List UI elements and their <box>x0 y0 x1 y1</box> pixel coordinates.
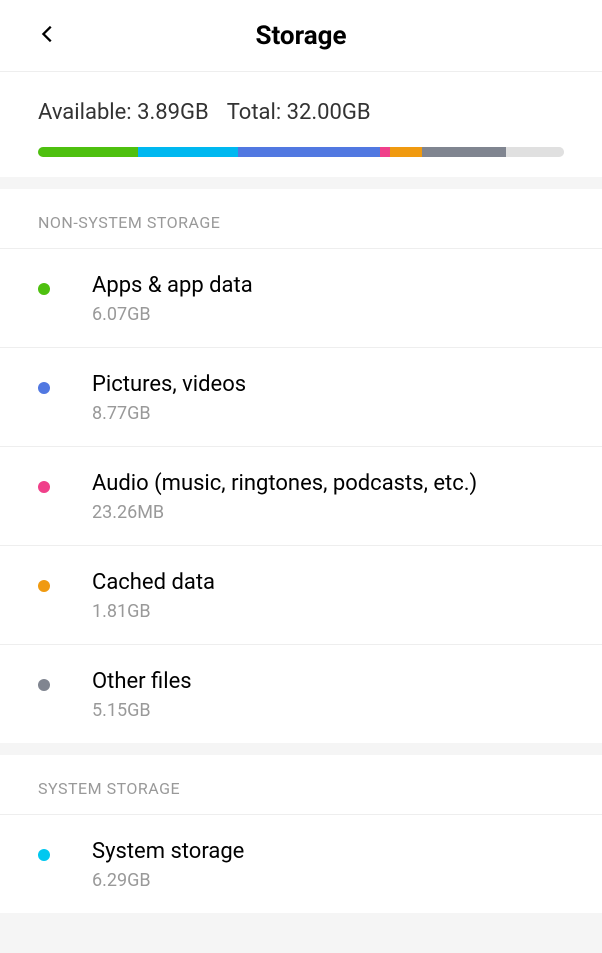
section-header: Non-system storage <box>0 189 602 249</box>
storage-row[interactable]: Apps & app data 6.07GB <box>0 249 602 348</box>
color-dot-icon <box>38 481 50 493</box>
bar-segment <box>422 147 506 157</box>
row-size: 6.29GB <box>92 870 564 891</box>
page-title: Storage <box>0 21 602 51</box>
color-dot-icon <box>38 580 50 592</box>
section-header: System storage <box>0 755 602 815</box>
summary-text: Available: 3.89GB Total: 32.00GB <box>38 100 564 125</box>
bar-segment <box>390 147 422 157</box>
chevron-left-icon <box>37 23 59 49</box>
bar-segment <box>138 147 238 157</box>
back-button[interactable] <box>28 16 68 56</box>
row-text: Pictures, videos 8.77GB <box>92 372 564 424</box>
row-size: 23.26MB <box>92 502 564 523</box>
row-size: 8.77GB <box>92 403 564 424</box>
row-title: Pictures, videos <box>92 372 564 397</box>
row-text: Cached data 1.81GB <box>92 570 564 622</box>
bar-segment <box>238 147 380 157</box>
storage-row[interactable]: Pictures, videos 8.77GB <box>0 348 602 447</box>
color-dot-icon <box>38 283 50 295</box>
row-title: Other files <box>92 669 564 694</box>
row-size: 1.81GB <box>92 601 564 622</box>
storage-section: System storage System storage 6.29GB <box>0 755 602 913</box>
bar-segment <box>38 147 138 157</box>
total-block: Total: 32.00GB <box>227 100 371 125</box>
row-text: System storage 6.29GB <box>92 839 564 891</box>
storage-row[interactable]: Other files 5.15GB <box>0 645 602 743</box>
row-size: 5.15GB <box>92 700 564 721</box>
bar-segment <box>380 147 391 157</box>
bar-segment <box>506 147 564 157</box>
row-text: Apps & app data 6.07GB <box>92 273 564 325</box>
row-size: 6.07GB <box>92 304 564 325</box>
color-dot-icon <box>38 679 50 691</box>
app-header: Storage <box>0 0 602 72</box>
available-block: Available: 3.89GB <box>38 100 209 125</box>
row-text: Audio (music, ringtones, podcasts, etc.)… <box>92 471 564 523</box>
row-title: Cached data <box>92 570 564 595</box>
storage-row[interactable]: System storage 6.29GB <box>0 815 602 913</box>
color-dot-icon <box>38 382 50 394</box>
color-dot-icon <box>38 849 50 861</box>
row-title: Audio (music, ringtones, podcasts, etc.) <box>92 471 564 496</box>
row-title: Apps & app data <box>92 273 564 298</box>
storage-row[interactable]: Audio (music, ringtones, podcasts, etc.)… <box>0 447 602 546</box>
row-text: Other files 5.15GB <box>92 669 564 721</box>
storage-bar <box>38 147 564 157</box>
storage-summary: Available: 3.89GB Total: 32.00GB <box>0 72 602 177</box>
row-title: System storage <box>92 839 564 864</box>
storage-row[interactable]: Cached data 1.81GB <box>0 546 602 645</box>
storage-section: Non-system storage Apps & app data 6.07GB P… <box>0 189 602 743</box>
